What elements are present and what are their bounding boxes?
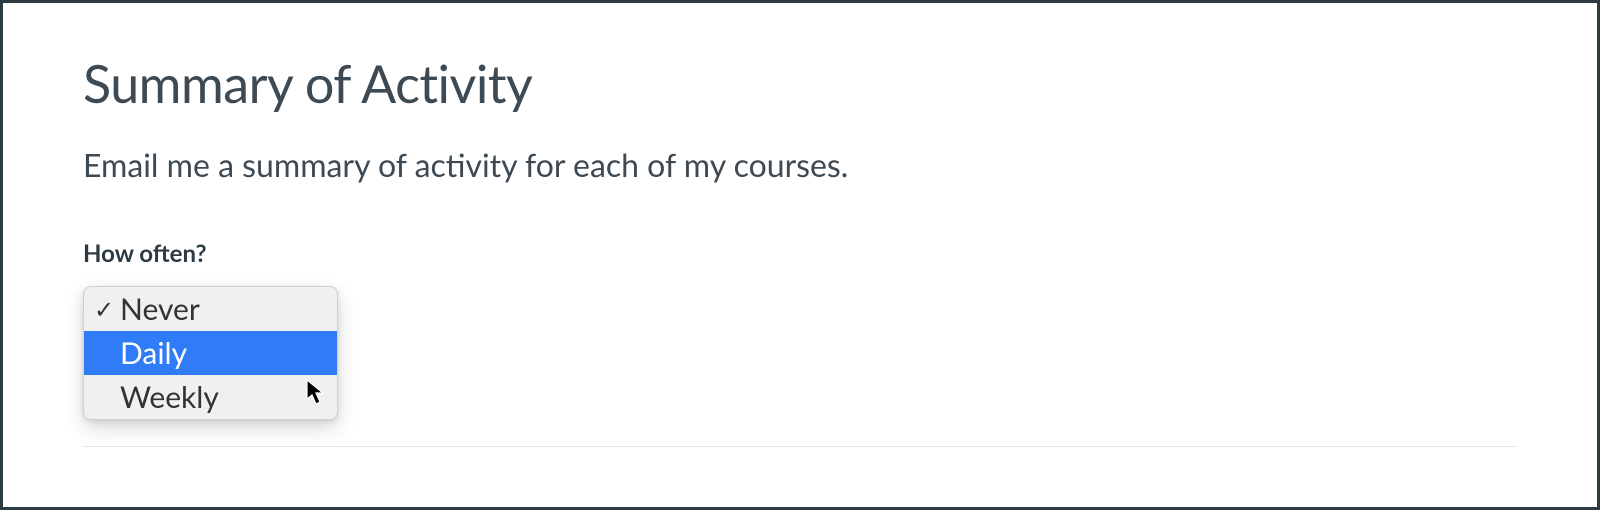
checkmark-icon: ✓ (94, 295, 120, 324)
dropdown-option-daily[interactable]: Daily (84, 331, 337, 375)
dropdown-option-label: Weekly (120, 379, 327, 415)
frequency-dropdown[interactable]: ✓ Never Daily Weekly (83, 286, 338, 420)
frequency-label: How often? (83, 239, 1517, 268)
description-text: Email me a summary of activity for each … (83, 145, 1517, 184)
horizontal-divider (83, 446, 1517, 447)
dropdown-option-label: Daily (120, 335, 327, 371)
frequency-dropdown-list: ✓ Never Daily Weekly (83, 286, 338, 420)
dropdown-option-label: Never (120, 291, 327, 327)
page-title: Summary of Activity (83, 53, 1517, 115)
dropdown-option-weekly[interactable]: Weekly (84, 375, 337, 419)
dropdown-option-never[interactable]: ✓ Never (84, 287, 337, 331)
